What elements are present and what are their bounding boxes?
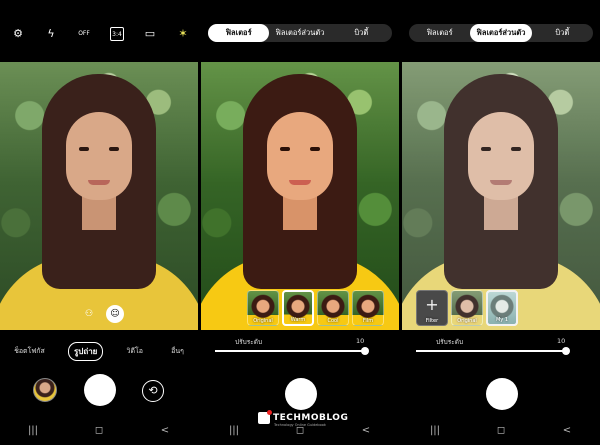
tab-filter[interactable]: ฟิลเตอร์ [409, 24, 470, 42]
group-selfie-icon[interactable]: ⚇ [80, 305, 98, 323]
subject-face [66, 112, 132, 200]
subject-face [267, 112, 333, 200]
filter-tabs: ฟิลเตอร์ ฟิลเตอร์ส่วนตัว บิวตี้ [409, 24, 593, 42]
intensity-value: 10 [356, 337, 365, 345]
filter-original[interactable]: Original [451, 290, 483, 326]
filter-tabs: ฟิลเตอร์ ฟิลเตอร์ส่วนตัว บิวตี้ [208, 24, 392, 42]
back-icon[interactable]: < [356, 425, 376, 436]
recent-apps-icon[interactable]: ||| [23, 425, 43, 436]
slider-thumb[interactable] [562, 347, 570, 355]
camera-preview[interactable] [0, 62, 198, 330]
subject-eye-left [481, 147, 491, 151]
settings-icon[interactable]: ⚙ [11, 27, 25, 41]
subject-mouth [490, 180, 512, 185]
filter-label: Film [362, 318, 374, 324]
add-filter-button[interactable]: + Filter [416, 290, 448, 326]
tab-filter[interactable]: ฟิลเตอร์ [208, 24, 270, 42]
filter-film[interactable]: Film [352, 290, 384, 326]
tab-beauty[interactable]: บิวตี้ [331, 24, 392, 42]
flash-off-icon[interactable]: ϟ [44, 27, 58, 41]
filter-strip: + Filter Original My 1 [402, 290, 600, 328]
filter-panel: ฟิลเตอร์ ฟิลเตอร์ส่วนตัว บิวตี้ Original… [201, 0, 399, 445]
subject-mouth [289, 180, 311, 185]
filter-label: Original [253, 318, 273, 324]
system-nav-bar: ||| ◻ < [402, 425, 600, 436]
gallery-thumbnail[interactable] [33, 378, 57, 402]
filter-effects-icon[interactable]: ✶ [176, 27, 190, 41]
camera-preview[interactable]: + Filter Original My 1 [402, 62, 600, 330]
back-icon[interactable]: < [155, 425, 175, 436]
watermark-title: TECHMOBLOG [273, 413, 349, 423]
subject-mouth [88, 180, 110, 185]
filter-my-1[interactable]: My 1 [486, 290, 518, 326]
mode-more[interactable]: อื่นๆ [166, 344, 189, 359]
timer-off-icon[interactable]: OFF [77, 27, 91, 41]
subject-eye-right [511, 147, 521, 151]
filter-strip: Original Warm Cool Film [201, 290, 399, 328]
intensity-label: ปรับระดับ [436, 338, 464, 346]
recent-apps-icon[interactable]: ||| [425, 425, 445, 436]
switch-camera-icon[interactable]: ⟲ [142, 380, 164, 402]
home-icon[interactable]: ◻ [491, 425, 511, 436]
filter-warm[interactable]: Warm [282, 290, 314, 326]
shutter-button[interactable] [285, 378, 317, 410]
techmoblog-logo-icon [258, 410, 272, 424]
camera-mode-selector: ช็อตโฟกัส รูปถ่าย วิดีโอ อื่นๆ [0, 342, 198, 361]
mode-video[interactable]: วิดีโอ [122, 344, 148, 359]
shutter-button[interactable] [486, 378, 518, 410]
subject-eye-left [280, 147, 290, 151]
slider-track[interactable] [215, 350, 365, 352]
tab-my-filters[interactable]: ฟิลเตอร์ส่วนตัว [470, 24, 532, 42]
filter-original[interactable]: Original [247, 290, 279, 326]
subject-face [468, 112, 534, 200]
filter-label: Cool [327, 318, 339, 324]
plus-icon: + [425, 295, 439, 314]
subject-eye-right [109, 147, 119, 151]
slider-thumb[interactable] [361, 347, 369, 355]
home-icon[interactable]: ◻ [89, 425, 109, 436]
mode-focus[interactable]: ช็อตโฟกัส [9, 344, 50, 359]
selfie-mode-toggle: ⚇ ☺ [80, 305, 124, 323]
filter-label: My 1 [495, 317, 509, 323]
camera-top-bar: ⚙ ϟ OFF 3:4 ▭ ✶ [0, 0, 198, 62]
camera-main-panel: ⚙ ϟ OFF 3:4 ▭ ✶ ⚇ ☺ ช็อตโฟกัส รูปถ่าย วิ… [0, 0, 198, 445]
filter-label: Filter [425, 318, 439, 324]
ratio-icon[interactable]: 3:4 [110, 27, 124, 41]
tab-my-filters[interactable]: ฟิลเตอร์ส่วนตัว [269, 24, 330, 42]
shutter-button[interactable] [84, 374, 116, 406]
mode-photo[interactable]: รูปถ่าย [67, 342, 104, 361]
intensity-value: 10 [557, 337, 566, 345]
intensity-label: ปรับระดับ [235, 338, 263, 346]
filter-label: Original [457, 318, 477, 324]
filter-label: Warm [290, 317, 306, 323]
watermark-subtitle: Technology Online Guidebook [274, 423, 326, 427]
recent-apps-icon[interactable]: ||| [224, 425, 244, 436]
back-icon[interactable]: < [557, 425, 577, 436]
tab-beauty[interactable]: บิวตี้ [532, 24, 593, 42]
motion-photo-icon[interactable]: ▭ [143, 27, 157, 41]
system-nav-bar: ||| ◻ < [0, 425, 198, 436]
single-selfie-icon[interactable]: ☺ [106, 305, 124, 323]
techmoblog-watermark: TECHMOBLOG Technology Online Guidebook [258, 410, 349, 427]
my-filter-panel: ฟิลเตอร์ ฟิลเตอร์ส่วนตัว บิวตี้ + Filter… [402, 0, 600, 445]
subject-eye-left [79, 147, 89, 151]
filter-cool[interactable]: Cool [317, 290, 349, 326]
camera-preview[interactable]: Original Warm Cool Film [201, 62, 399, 330]
subject-eye-right [310, 147, 320, 151]
slider-track[interactable] [416, 350, 566, 352]
